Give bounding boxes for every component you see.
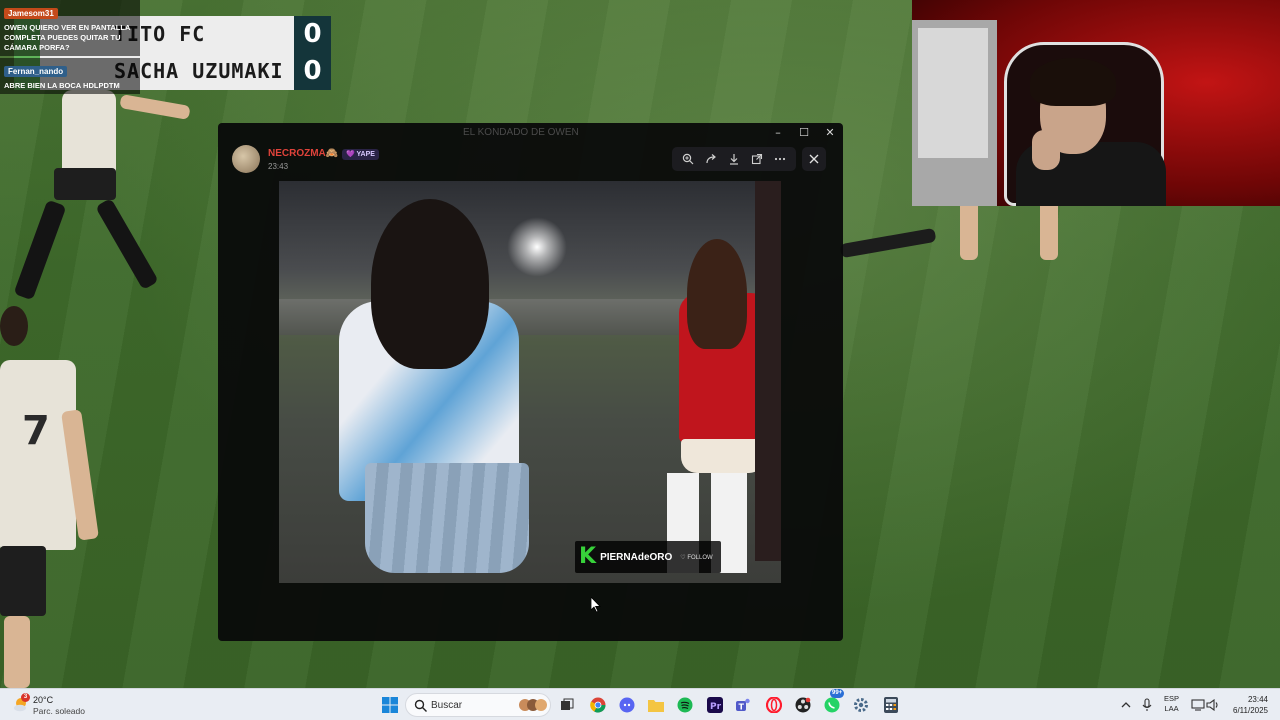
more-icon[interactable] bbox=[770, 149, 790, 169]
author-name[interactable]: NECROZMA🙈 bbox=[268, 148, 338, 159]
windows-taskbar: 3 20°C Parc. soleado Buscar Pr T 99+ ESP… bbox=[0, 688, 1280, 720]
window-controls: – ☐ ✕ bbox=[765, 123, 843, 143]
opera-icon[interactable] bbox=[764, 695, 784, 715]
volume-icon[interactable] bbox=[1203, 695, 1223, 715]
weather-alert-badge: 3 bbox=[21, 693, 30, 702]
share-icon[interactable] bbox=[701, 149, 721, 169]
chat-username: Jamesom31 bbox=[4, 8, 58, 19]
chrome-icon[interactable] bbox=[588, 695, 608, 715]
watermark-follow: ♡ FOLLOW bbox=[680, 554, 713, 561]
viewer-toolbar bbox=[672, 147, 796, 171]
clock-date: 6/11/2025 bbox=[1233, 706, 1268, 715]
viewer-window-title: EL KONDADO DE OWEN bbox=[463, 127, 579, 138]
teams-icon[interactable]: T bbox=[734, 695, 754, 715]
chat-message: Jamesom31 OWEN QUIERO VER EN PANTALLA CO… bbox=[0, 0, 140, 56]
weather-temperature: 20°C bbox=[33, 695, 54, 705]
spotify-icon[interactable] bbox=[675, 695, 695, 715]
photo-watermark: K PIERNAdeORO ♡ FOLLOW bbox=[575, 541, 721, 573]
obs-icon[interactable] bbox=[793, 695, 813, 715]
maximize-button[interactable]: ☐ bbox=[791, 123, 817, 143]
watermark-logo: K bbox=[579, 544, 597, 569]
watermark-text: PIERNAdeORO bbox=[600, 551, 673, 563]
team2-score: 0 bbox=[294, 53, 331, 90]
whatsapp-icon[interactable]: 99+ bbox=[822, 689, 845, 715]
taskbar-clock[interactable]: 23:44 6/11/2025 bbox=[1233, 694, 1268, 716]
notification-badge: 99+ bbox=[830, 689, 845, 698]
calculator-icon[interactable] bbox=[881, 695, 901, 715]
svg-text:Pr: Pr bbox=[710, 702, 722, 712]
player-number-7: 7 bbox=[0, 300, 110, 688]
close-icon[interactable] bbox=[802, 147, 826, 171]
chat-text: OWEN QUIERO VER EN PANTALLA COMPLETA PUE… bbox=[4, 23, 131, 52]
stream-chat-overlay: Jamesom31 OWEN QUIERO VER EN PANTALLA CO… bbox=[0, 0, 140, 96]
keyboard-layout: LAA bbox=[1164, 704, 1179, 713]
image-viewer-window: EL KONDADO DE OWEN – ☐ ✕ NECROZMA🙈 💜 YAP… bbox=[218, 123, 843, 641]
open-external-icon[interactable] bbox=[747, 149, 767, 169]
search-placeholder: Buscar bbox=[431, 700, 463, 711]
discord-icon[interactable] bbox=[617, 695, 637, 715]
zoom-in-icon[interactable] bbox=[678, 149, 698, 169]
file-explorer-icon[interactable] bbox=[646, 695, 666, 715]
chat-username: Fernan_nando bbox=[4, 66, 68, 77]
language-code: ESP bbox=[1164, 694, 1180, 703]
taskbar-search[interactable]: Buscar bbox=[405, 693, 551, 717]
svg-text:T: T bbox=[739, 703, 745, 712]
chat-message: Fernan_nando ABRE BIEN LA BOCA HDLPDTM bbox=[0, 58, 140, 94]
avatar[interactable] bbox=[232, 145, 260, 173]
microphone-icon[interactable] bbox=[1137, 695, 1157, 715]
team1-score: 0 bbox=[294, 16, 331, 53]
language-indicator[interactable]: ESP LAA bbox=[1164, 694, 1179, 714]
player-top-left bbox=[13, 60, 200, 310]
author-badge: 💜 YAPE bbox=[342, 149, 379, 160]
window-close-button[interactable]: ✕ bbox=[817, 123, 843, 143]
windows-start-icon[interactable] bbox=[380, 695, 400, 715]
message-timestamp: 23:43 bbox=[268, 162, 289, 171]
chevron-up-icon[interactable] bbox=[1116, 695, 1136, 715]
streamer-webcam bbox=[912, 0, 1280, 206]
viewed-photo[interactable]: K PIERNAdeORO ♡ FOLLOW bbox=[279, 181, 781, 583]
weather-condition: Parc. soleado bbox=[33, 706, 85, 716]
player-right-background bbox=[839, 200, 1100, 290]
chat-text: ABRE BIEN LA BOCA HDLPDTM bbox=[4, 81, 120, 90]
task-view-icon[interactable] bbox=[557, 695, 577, 715]
stadium-floodlight bbox=[507, 217, 567, 277]
premiere-pro-icon[interactable]: Pr bbox=[705, 695, 725, 715]
clock-time: 23:44 bbox=[1247, 695, 1268, 704]
search-icon bbox=[414, 699, 428, 713]
download-icon[interactable] bbox=[724, 149, 744, 169]
minimize-button[interactable]: – bbox=[765, 123, 791, 143]
search-highlight-icon bbox=[518, 697, 548, 713]
settings-gear-icon[interactable] bbox=[851, 695, 871, 715]
